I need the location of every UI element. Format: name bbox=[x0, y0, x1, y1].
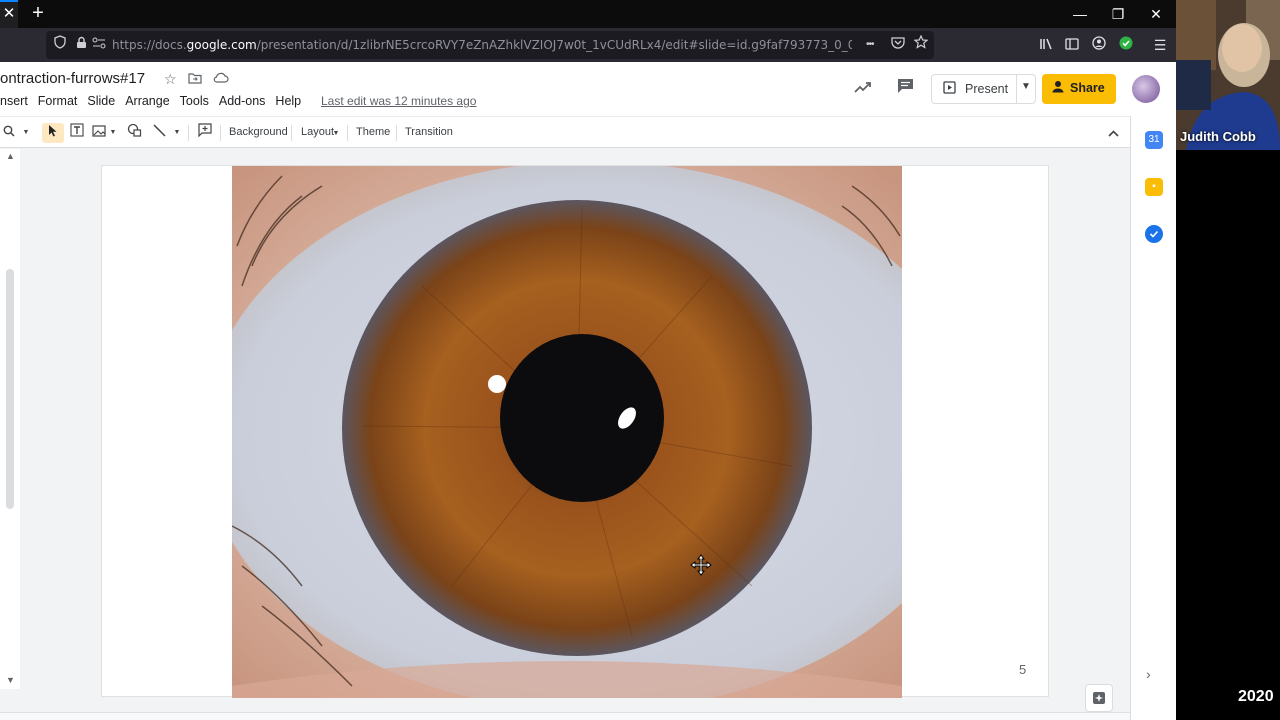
menu-arrange[interactable]: Arrange bbox=[125, 94, 169, 108]
shape-icon[interactable] bbox=[124, 123, 144, 143]
image-icon[interactable] bbox=[90, 123, 108, 143]
menu-format[interactable]: Format bbox=[38, 94, 78, 108]
pocket-icon[interactable] bbox=[891, 31, 905, 59]
menu-tools[interactable]: Tools bbox=[180, 94, 209, 108]
toolbar-divider bbox=[396, 125, 397, 141]
add-comment-icon[interactable] bbox=[195, 123, 215, 143]
tasks-icon[interactable] bbox=[1145, 225, 1163, 243]
transition-button[interactable]: Transition bbox=[405, 126, 453, 138]
address-bar[interactable]: https://docs.google.com/presentation/d/1… bbox=[46, 31, 934, 59]
last-edit-link[interactable]: Last edit was 12 minutes ago bbox=[321, 94, 476, 108]
tab-close-icon[interactable]: ✕ bbox=[0, 0, 18, 28]
toolbar-divider bbox=[347, 125, 348, 141]
minimize-button[interactable]: — bbox=[1061, 0, 1099, 28]
scroll-thumb[interactable] bbox=[6, 269, 14, 509]
line-dropdown-icon[interactable]: ▼ bbox=[171, 123, 183, 143]
star-icon[interactable]: ☆ bbox=[164, 71, 177, 88]
share-button[interactable]: Share bbox=[1042, 74, 1116, 104]
menu-help[interactable]: Help bbox=[275, 94, 301, 108]
collapse-toolbar-icon[interactable] bbox=[1105, 123, 1121, 143]
line-icon[interactable] bbox=[150, 123, 168, 143]
window-close-button[interactable]: ✕ bbox=[1137, 0, 1175, 28]
present-button[interactable]: Present ▼ bbox=[931, 74, 1036, 104]
menu-add-ons[interactable]: Add-ons bbox=[219, 94, 266, 108]
person-add-icon bbox=[1052, 80, 1066, 96]
zoom-dropdown-icon[interactable]: ▼ bbox=[20, 123, 32, 143]
present-divider bbox=[1016, 75, 1017, 103]
layout-dropdown-icon[interactable]: ▼ bbox=[331, 124, 341, 144]
account-avatar[interactable] bbox=[1132, 75, 1160, 103]
account-icon[interactable] bbox=[1088, 28, 1110, 62]
eye-image[interactable] bbox=[232, 166, 902, 698]
document-title[interactable]: ontraction-furrows#17 bbox=[0, 70, 145, 87]
page-actions-icon[interactable]: ••• bbox=[866, 31, 874, 59]
slide-canvas[interactable]: 5 bbox=[101, 165, 1049, 698]
permissions-icon[interactable] bbox=[92, 31, 106, 59]
restore-button[interactable]: ❐ bbox=[1099, 0, 1137, 28]
library-icon[interactable] bbox=[1035, 28, 1057, 62]
toolbar-divider bbox=[188, 125, 189, 141]
url-path: /presentation/d/1zlibrNE5crcoRVY7eZnAZhk… bbox=[256, 38, 852, 52]
scroll-down-icon[interactable]: ▼ bbox=[6, 675, 15, 685]
cloud-status-icon[interactable] bbox=[213, 71, 229, 87]
browser-nav-bar: https://docs.google.com/presentation/d/1… bbox=[0, 28, 1176, 62]
menu-slide[interactable]: Slide bbox=[87, 94, 115, 108]
lock-icon[interactable] bbox=[76, 31, 87, 59]
present-icon bbox=[943, 81, 956, 97]
background-button[interactable]: Background bbox=[229, 126, 288, 138]
side-panel-expand-icon[interactable]: › bbox=[1146, 666, 1151, 682]
activity-trend-icon[interactable] bbox=[851, 78, 875, 98]
url-domain: google.com bbox=[186, 38, 257, 52]
toolbar-divider bbox=[291, 125, 292, 141]
layout-button[interactable]: Layout bbox=[301, 126, 334, 138]
present-dropdown-icon[interactable]: ▼ bbox=[1021, 81, 1031, 92]
speaker-notes-handle[interactable] bbox=[0, 712, 1130, 720]
text-box-icon[interactable] bbox=[67, 123, 87, 143]
shield-icon[interactable] bbox=[54, 31, 66, 59]
url-text[interactable]: https://docs.google.com/presentation/d/1… bbox=[112, 31, 852, 59]
side-panel: 31 ▪ bbox=[1130, 116, 1176, 720]
select-cursor-icon[interactable] bbox=[42, 123, 64, 143]
bookmark-star-icon[interactable] bbox=[913, 31, 929, 59]
year-label: 2020 bbox=[1238, 688, 1274, 705]
participant-name: Judith Cobb bbox=[1180, 129, 1256, 144]
menu-insert[interactable]: nsert bbox=[0, 94, 28, 108]
scroll-up-icon[interactable]: ▲ bbox=[6, 151, 15, 161]
browser-tab-bar: ✕ + — ❐ ✕ bbox=[0, 0, 1176, 28]
move-folder-icon[interactable] bbox=[188, 71, 202, 87]
participant-video: Judith Cobb bbox=[1176, 0, 1280, 150]
present-label: Present bbox=[965, 82, 1009, 96]
toolbar-divider bbox=[220, 125, 221, 141]
calendar-icon[interactable]: 31 bbox=[1145, 131, 1163, 149]
url-prefix: https://docs. bbox=[112, 38, 187, 52]
menu-bar: nsert Format Slide Arrange Tools Add-ons Help bbox=[0, 94, 311, 108]
comment-icon[interactable] bbox=[893, 78, 917, 99]
slide-page-number: 5 bbox=[1019, 662, 1027, 677]
extension-check-icon[interactable] bbox=[1115, 28, 1137, 62]
docs-header: ontraction-furrows#17 ☆ nsert Format Slide… bbox=[0, 62, 1176, 116]
share-label: Share bbox=[1070, 81, 1105, 95]
editing-toolbar: ▼ ▼ ▼ Background Layout ▼ Theme Transiti… bbox=[0, 116, 1130, 148]
app-menu-icon[interactable]: ☰ bbox=[1149, 28, 1171, 62]
explore-button[interactable] bbox=[1085, 684, 1113, 712]
zoom-icon[interactable] bbox=[2, 123, 16, 143]
filmstrip-scrollbar[interactable]: ▲ ▼ bbox=[0, 149, 20, 689]
keep-icon[interactable]: ▪ bbox=[1145, 178, 1163, 196]
theme-button[interactable]: Theme bbox=[356, 126, 390, 138]
image-dropdown-icon[interactable]: ▼ bbox=[108, 123, 118, 143]
sidebar-icon[interactable] bbox=[1061, 28, 1083, 62]
slides-app: ontraction-furrows#17 ☆ nsert Format Slide… bbox=[0, 62, 1176, 720]
new-tab-button[interactable]: + bbox=[28, 0, 48, 28]
